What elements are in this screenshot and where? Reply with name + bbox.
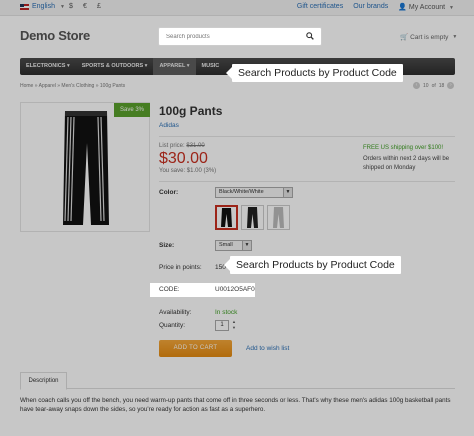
product-title: 100g Pants <box>159 104 223 118</box>
currency-dollar[interactable]: $ <box>69 3 73 10</box>
our-brands-link[interactable]: Our brands <box>353 3 388 11</box>
cart-widget[interactable]: 🛒 Cart is empty ▼ <box>400 33 458 42</box>
product-description: When coach calls you off the bench, you … <box>20 397 451 413</box>
nav-item-music[interactable]: MUSIC <box>196 58 226 75</box>
you-save: You save: $1.00 (3%) <box>159 168 217 174</box>
currency-euro[interactable]: € <box>83 3 87 10</box>
color-swatch-1[interactable] <box>215 205 238 230</box>
top-bar: English ▼ $ € £ Gift certificates Our br… <box>0 0 474 16</box>
tab-description[interactable]: Description <box>20 372 67 390</box>
size-select-value: Small <box>219 242 233 248</box>
chevron-down-icon: ▼ <box>452 34 458 40</box>
us-flag-icon <box>20 3 29 10</box>
product-pager: ‹ 10 of 18 › <box>413 82 455 89</box>
divider <box>159 136 455 137</box>
product-code-value: U0012O5AF0 <box>215 286 255 293</box>
chevron-down-icon: ▼ <box>242 241 251 250</box>
size-select[interactable]: Small ▼ <box>215 240 252 251</box>
add-to-wishlist-link[interactable]: Add to wish list <box>246 345 289 352</box>
product-price: $30.00 <box>159 150 208 167</box>
product-code-label: CODE: <box>159 286 180 293</box>
color-select[interactable]: Black/White/White ▼ <box>215 187 293 198</box>
add-to-cart-button[interactable]: ADD TO CART <box>159 340 232 357</box>
user-icon: 👤 <box>398 4 407 11</box>
quantity-label: Quantity: <box>159 322 186 329</box>
availability-label: Availability: <box>159 309 192 316</box>
search-icon[interactable] <box>306 32 314 40</box>
divider <box>159 181 455 182</box>
brand-link[interactable]: Adidas <box>159 122 179 129</box>
color-swatch-3[interactable] <box>267 205 290 230</box>
pants-image <box>63 111 109 225</box>
quantity-stepper[interactable]: ▲ ▼ <box>230 319 238 332</box>
search-input[interactable] <box>159 28 289 45</box>
language-label: English <box>32 3 55 10</box>
list-price-label: List price: <box>159 143 185 149</box>
free-shipping-note: FREE US shipping over $100! <box>363 145 444 151</box>
store-logo[interactable]: Demo Store <box>20 28 90 43</box>
color-swatch-2[interactable] <box>241 205 264 230</box>
prev-arrow-icon[interactable]: ‹ <box>413 82 420 89</box>
nav-item-sports-outdoors[interactable]: SPORTS & OUTDOORS ▾ <box>76 58 154 75</box>
product-code-row: CODE: U0012O5AF0 <box>150 283 255 297</box>
breadcrumb[interactable]: Home » Apparel » Men's Clothing » 100g P… <box>20 83 125 89</box>
gift-certificates-link[interactable]: Gift certificates <box>297 3 343 11</box>
my-account-menu[interactable]: 👤 My Account ▼ <box>398 3 454 11</box>
nav-item-apparel[interactable]: APPAREL ▾ <box>153 58 196 75</box>
size-label: Size: <box>159 242 175 249</box>
next-arrow-icon[interactable]: › <box>447 82 455 89</box>
list-price-value: $31.00 <box>186 143 205 149</box>
chevron-down-icon: ▼ <box>283 188 292 197</box>
pager-current: 10 <box>423 82 429 89</box>
product-tabs: Description <box>20 372 455 390</box>
nav-item-electronics[interactable]: ELECTRONICS ▾ <box>20 58 76 75</box>
language-selector[interactable]: English ▼ <box>20 3 65 10</box>
my-account-label: My Account <box>408 4 446 11</box>
quantity-input[interactable]: 1 <box>215 320 229 331</box>
chevron-down-icon: ▼ <box>449 5 454 11</box>
shipping-eta: Orders within next 2 days will be shippe… <box>363 156 450 171</box>
product-image[interactable] <box>20 102 150 232</box>
callout-search: Search Products by Product Code <box>226 64 403 82</box>
availability-value: In stock <box>215 309 238 316</box>
color-label: Color: <box>159 189 179 196</box>
pager-of: of <box>431 82 436 89</box>
list-price: List price: $31.00 <box>159 143 205 149</box>
currency-pound[interactable]: £ <box>97 3 101 10</box>
cart-icon: 🛒 <box>400 34 409 41</box>
points-label: Price in points: <box>159 264 202 271</box>
chevron-down-icon: ▼ <box>59 3 65 10</box>
search-box <box>158 27 322 46</box>
save-badge: Save 3% <box>114 103 150 117</box>
pager-total: 18 <box>438 82 445 89</box>
callout-code: Search Products by Product Code <box>224 256 401 274</box>
cart-status: Cart is empty <box>410 33 449 41</box>
color-select-value: Black/White/White <box>219 189 264 195</box>
decrement-icon[interactable]: ▼ <box>230 325 238 331</box>
